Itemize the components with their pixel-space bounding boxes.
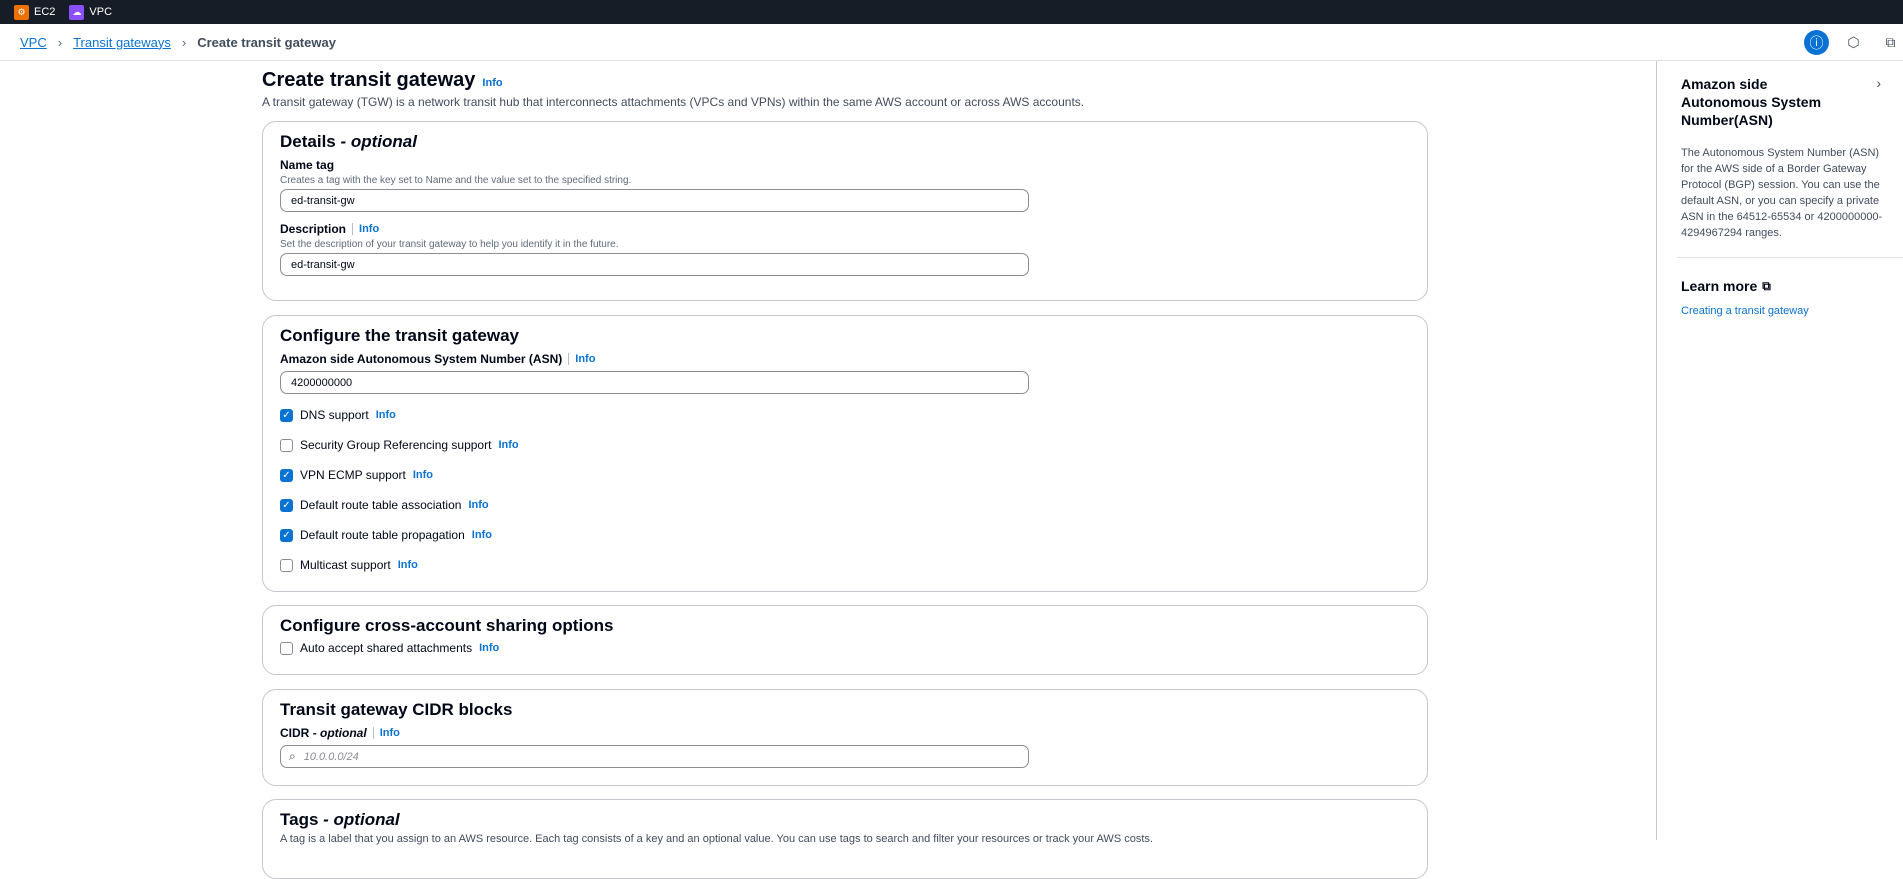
configure-title: Configure the transit gateway: [280, 326, 519, 345]
configure-card: Configure the transit gateway Amazon sid…: [262, 315, 1428, 592]
asn-input[interactable]: 4200000000: [280, 371, 1029, 394]
breadcrumb-vpc[interactable]: VPC: [20, 35, 47, 50]
service-bar: ⚙ EC2 ☁ VPC: [0, 0, 1903, 24]
feedback-icon[interactable]: ⧉: [1878, 30, 1903, 55]
vpc-icon: ☁: [69, 4, 85, 20]
details-title-suffix: - optional: [340, 132, 417, 151]
divider: [352, 223, 354, 235]
option-info-link[interactable]: Info: [398, 559, 418, 571]
cidr-title: Transit gateway CIDR blocks: [280, 700, 513, 719]
cidr-label-main: CIDR: [280, 726, 310, 740]
vpn-ecmp-option[interactable]: ✓ VPN ECMP support Info: [280, 460, 1410, 490]
details-card: Details - optional Name tag Creates a ta…: [262, 121, 1428, 301]
tags-card: Tags - optional A tag is a label that yo…: [262, 799, 1428, 879]
option-label: Default route table propagation: [300, 528, 465, 542]
asn-label: Amazon side Autonomous System Number (AS…: [280, 352, 1410, 366]
asn-info-link[interactable]: Info: [575, 353, 595, 365]
description-label: Description Info: [280, 222, 1410, 236]
service-label: VPC: [89, 6, 113, 18]
help-panel-body: The Autonomous System Number (ASN) for t…: [1681, 147, 1883, 239]
multicast-option[interactable]: Multicast support Info: [280, 550, 1410, 580]
breadcrumb-transit-gateways[interactable]: Transit gateways: [73, 35, 171, 50]
cidr-label-suffix: - optional: [312, 726, 367, 740]
page-title: Create transit gateway Info: [262, 69, 503, 92]
service-shortcut-vpc[interactable]: ☁ VPC: [69, 4, 113, 20]
option-info-link[interactable]: Info: [413, 469, 433, 481]
checkbox-checked[interactable]: ✓: [280, 528, 293, 542]
chevron-right-icon[interactable]: ›: [1876, 75, 1881, 91]
description-hint: Set the description of your transit gate…: [280, 239, 619, 250]
cidr-search-input[interactable]: ⌕ 10.0.0.0/24: [280, 745, 1029, 768]
breadcrumb-current: Create transit gateway: [197, 34, 336, 50]
checkbox-unchecked[interactable]: [280, 641, 293, 655]
help-panel-title: Amazon side Autonomous System Number(ASN…: [1681, 76, 1822, 128]
description-info-link[interactable]: Info: [359, 223, 379, 235]
header-tools: ⓘ ⬡ ⧉: [1804, 30, 1903, 55]
checkbox-checked[interactable]: ✓: [280, 408, 293, 422]
option-info-link[interactable]: Info: [479, 642, 499, 654]
security-group-referencing-option[interactable]: Security Group Referencing support Info: [280, 430, 1410, 460]
auto-accept-option[interactable]: Auto accept shared attachments Info: [280, 636, 1410, 660]
hexagon-icon[interactable]: ⬡: [1841, 30, 1866, 55]
option-label: DNS support: [300, 408, 369, 422]
help-panel: Amazon side Autonomous System Number(ASN…: [1656, 61, 1903, 840]
sharing-card: Configure cross-account sharing options …: [262, 605, 1428, 675]
learn-more-heading: Learn more ⧉: [1681, 278, 1883, 294]
chevron-right-icon: ›: [57, 34, 63, 50]
description-input[interactable]: ed-transit-gw: [280, 253, 1029, 276]
checkbox-unchecked[interactable]: [280, 438, 293, 452]
page-info-link[interactable]: Info: [482, 77, 502, 89]
default-route-association-option[interactable]: ✓ Default route table association Info: [280, 490, 1410, 520]
cidr-placeholder: 10.0.0.0/24: [303, 750, 359, 763]
option-info-link[interactable]: Info: [498, 439, 518, 451]
creating-transit-gateway-link[interactable]: Creating a transit gateway: [1681, 305, 1883, 317]
external-link-icon: ⧉: [1762, 278, 1771, 293]
cidr-label: CIDR - optional Info: [280, 726, 1410, 740]
cidr-card: Transit gateway CIDR blocks CIDR - optio…: [262, 689, 1428, 786]
name-tag-input[interactable]: ed-transit-gw: [280, 189, 1029, 212]
search-icon: ⌕: [289, 749, 296, 763]
learn-more-text: Learn more: [1681, 278, 1758, 294]
service-shortcut-ec2[interactable]: ⚙ EC2: [14, 4, 56, 20]
default-route-propagation-option[interactable]: ✓ Default route table propagation Info: [280, 520, 1410, 550]
option-label: Default route table association: [300, 498, 462, 512]
option-label: VPN ECMP support: [300, 468, 406, 482]
cidr-label-text: CIDR - optional: [280, 726, 367, 740]
breadcrumb: VPC › Transit gateways › Create transit …: [0, 24, 1903, 61]
sharing-title: Configure cross-account sharing options: [280, 616, 614, 635]
page-description: A transit gateway (TGW) is a network tra…: [262, 95, 1085, 109]
checkbox-unchecked[interactable]: [280, 558, 293, 572]
details-title-text: Details: [280, 132, 336, 151]
cidr-info-link[interactable]: Info: [380, 727, 400, 739]
option-label: Security Group Referencing support: [300, 438, 492, 452]
tags-title: Tags - optional: [280, 810, 1410, 830]
option-info-link[interactable]: Info: [468, 499, 488, 511]
chevron-right-icon: ›: [181, 34, 187, 50]
checkbox-checked[interactable]: ✓: [280, 468, 293, 482]
tags-description: A tag is a label that you assign to an A…: [280, 833, 1153, 845]
checkbox-checked[interactable]: ✓: [280, 498, 293, 512]
divider: [568, 353, 570, 365]
dns-support-option[interactable]: ✓ DNS support Info: [280, 400, 1410, 430]
tags-title-suffix: - optional: [323, 810, 400, 829]
page-title-text: Create transit gateway: [262, 69, 476, 91]
service-label: EC2: [34, 6, 56, 18]
option-label: Multicast support: [300, 558, 391, 572]
ec2-icon: ⚙: [14, 4, 29, 20]
info-panel-icon[interactable]: ⓘ: [1804, 30, 1829, 55]
option-info-link[interactable]: Info: [472, 529, 492, 541]
divider: [372, 727, 374, 739]
option-label: Auto accept shared attachments: [300, 641, 473, 655]
details-title: Details - optional: [280, 132, 1410, 152]
divider: [1677, 257, 1903, 258]
name-tag-label: Name tag: [280, 158, 335, 172]
asn-label-text: Amazon side Autonomous System Number (AS…: [280, 352, 563, 366]
tags-title-text: Tags: [280, 810, 319, 829]
description-label-text: Description: [280, 222, 347, 236]
name-tag-hint: Creates a tag with the key set to Name a…: [280, 175, 632, 186]
option-info-link[interactable]: Info: [376, 409, 396, 421]
